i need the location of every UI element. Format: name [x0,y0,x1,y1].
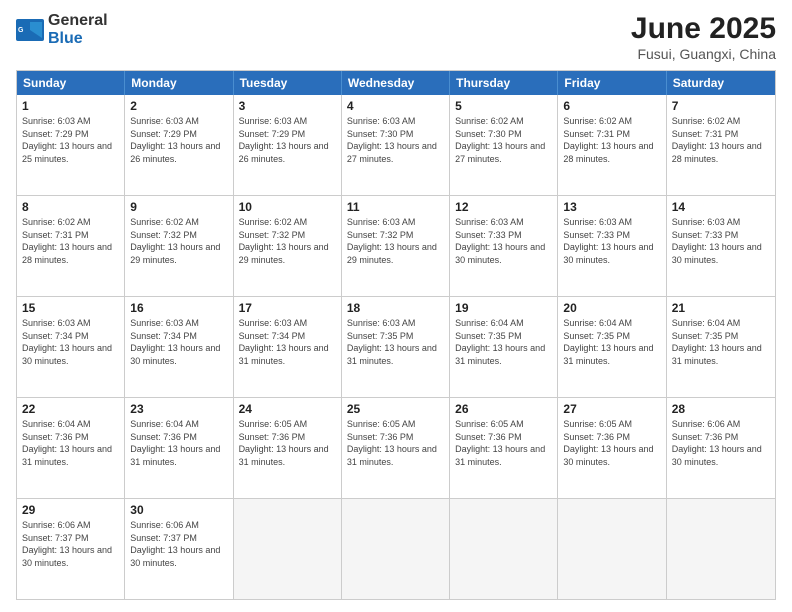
cell-20: 20 Sunrise: 6:04 AMSunset: 7:35 PMDaylig… [558,297,666,397]
weekday-saturday: Saturday [667,71,775,95]
title-location: Fusui, Guangxi, China [631,46,776,62]
cell-3: 3 Sunrise: 6:03 AMSunset: 7:29 PMDayligh… [234,95,342,195]
logo-icon: G [16,19,44,41]
cell-1: 1 Sunrise: 6:03 AMSunset: 7:29 PMDayligh… [17,95,125,195]
logo-general: General [48,12,108,29]
cell-22: 22 Sunrise: 6:04 AMSunset: 7:36 PMDaylig… [17,398,125,498]
cell-10: 10 Sunrise: 6:02 AMSunset: 7:32 PMDaylig… [234,196,342,296]
calendar-header: Sunday Monday Tuesday Wednesday Thursday… [17,71,775,95]
week-row-4: 22 Sunrise: 6:04 AMSunset: 7:36 PMDaylig… [17,397,775,498]
cell-15: 15 Sunrise: 6:03 AMSunset: 7:34 PMDaylig… [17,297,125,397]
cell-9: 9 Sunrise: 6:02 AMSunset: 7:32 PMDayligh… [125,196,233,296]
cell-5: 5 Sunrise: 6:02 AMSunset: 7:30 PMDayligh… [450,95,558,195]
svg-text:G: G [18,27,24,34]
cell-11: 11 Sunrise: 6:03 AMSunset: 7:32 PMDaylig… [342,196,450,296]
header: G General Blue June 2025 Fusui, Guangxi,… [16,12,776,62]
cell-empty-1 [234,499,342,599]
cell-2: 2 Sunrise: 6:03 AMSunset: 7:29 PMDayligh… [125,95,233,195]
cell-29: 29 Sunrise: 6:06 AMSunset: 7:37 PMDaylig… [17,499,125,599]
cell-8: 8 Sunrise: 6:02 AMSunset: 7:31 PMDayligh… [17,196,125,296]
cell-empty-2 [342,499,450,599]
week-row-3: 15 Sunrise: 6:03 AMSunset: 7:34 PMDaylig… [17,296,775,397]
cell-13: 13 Sunrise: 6:03 AMSunset: 7:33 PMDaylig… [558,196,666,296]
cell-14: 14 Sunrise: 6:03 AMSunset: 7:33 PMDaylig… [667,196,775,296]
cell-19: 19 Sunrise: 6:04 AMSunset: 7:35 PMDaylig… [450,297,558,397]
cell-21: 21 Sunrise: 6:04 AMSunset: 7:35 PMDaylig… [667,297,775,397]
cell-24: 24 Sunrise: 6:05 AMSunset: 7:36 PMDaylig… [234,398,342,498]
cell-4: 4 Sunrise: 6:03 AMSunset: 7:30 PMDayligh… [342,95,450,195]
cell-empty-5 [667,499,775,599]
cell-empty-3 [450,499,558,599]
cell-26: 26 Sunrise: 6:05 AMSunset: 7:36 PMDaylig… [450,398,558,498]
weekday-wednesday: Wednesday [342,71,450,95]
cell-23: 23 Sunrise: 6:04 AMSunset: 7:36 PMDaylig… [125,398,233,498]
weekday-tuesday: Tuesday [234,71,342,95]
cell-28: 28 Sunrise: 6:06 AMSunset: 7:36 PMDaylig… [667,398,775,498]
weekday-sunday: Sunday [17,71,125,95]
weekday-friday: Friday [558,71,666,95]
week-row-5: 29 Sunrise: 6:06 AMSunset: 7:37 PMDaylig… [17,498,775,599]
calendar-page: G General Blue June 2025 Fusui, Guangxi,… [0,0,792,612]
week-row-2: 8 Sunrise: 6:02 AMSunset: 7:31 PMDayligh… [17,195,775,296]
logo-text: General Blue [48,12,108,48]
title-month: June 2025 [631,12,776,46]
logo: G General Blue [16,12,108,48]
cell-27: 27 Sunrise: 6:05 AMSunset: 7:36 PMDaylig… [558,398,666,498]
calendar: Sunday Monday Tuesday Wednesday Thursday… [16,70,776,600]
cell-30: 30 Sunrise: 6:06 AMSunset: 7:37 PMDaylig… [125,499,233,599]
title-block: June 2025 Fusui, Guangxi, China [631,12,776,62]
week-row-1: 1 Sunrise: 6:03 AMSunset: 7:29 PMDayligh… [17,95,775,195]
weekday-thursday: Thursday [450,71,558,95]
weekday-monday: Monday [125,71,233,95]
cell-17: 17 Sunrise: 6:03 AMSunset: 7:34 PMDaylig… [234,297,342,397]
cell-12: 12 Sunrise: 6:03 AMSunset: 7:33 PMDaylig… [450,196,558,296]
logo-blue: Blue [48,30,83,47]
cell-7: 7 Sunrise: 6:02 AMSunset: 7:31 PMDayligh… [667,95,775,195]
cell-25: 25 Sunrise: 6:05 AMSunset: 7:36 PMDaylig… [342,398,450,498]
cell-empty-4 [558,499,666,599]
calendar-body: 1 Sunrise: 6:03 AMSunset: 7:29 PMDayligh… [17,95,775,599]
cell-16: 16 Sunrise: 6:03 AMSunset: 7:34 PMDaylig… [125,297,233,397]
cell-18: 18 Sunrise: 6:03 AMSunset: 7:35 PMDaylig… [342,297,450,397]
cell-6: 6 Sunrise: 6:02 AMSunset: 7:31 PMDayligh… [558,95,666,195]
